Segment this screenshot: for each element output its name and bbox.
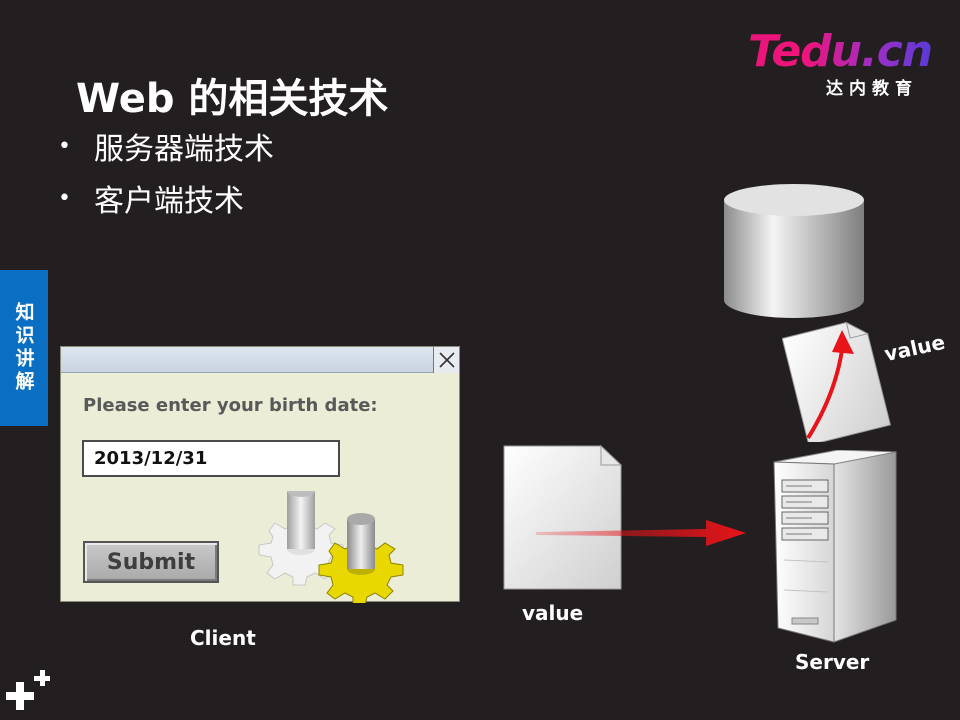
bullet-dot-icon: •	[58, 133, 71, 159]
bullet-item: • 服务器端技术	[58, 120, 274, 172]
server-label: Server	[795, 650, 870, 674]
bullet-item: • 客户端技术	[58, 172, 274, 224]
logo-subtitle: 达内教育	[826, 79, 918, 99]
close-icon[interactable]	[433, 347, 459, 373]
database-icon	[724, 184, 864, 318]
birth-date-input[interactable]: 2013/12/31	[82, 440, 340, 477]
birth-date-dialog: Please enter your birth date: 2013/12/31…	[60, 346, 460, 603]
side-tab-label: 知识讲解	[12, 302, 35, 394]
logo-brand: Tedu.cn	[748, 26, 933, 77]
gear-icon	[258, 491, 404, 603]
dialog-titlebar	[61, 347, 459, 373]
birth-date-prompt: Please enter your birth date:	[83, 395, 378, 416]
value-label-request: value	[522, 601, 584, 625]
client-label: Client	[190, 626, 256, 650]
tedu-logo: Tedu.cn 达内教育	[748, 28, 933, 100]
side-tab: 知识讲解	[0, 270, 48, 426]
submit-button[interactable]: Submit	[83, 541, 219, 583]
bullet-text: 客户端技术	[94, 184, 244, 219]
bullet-dot-icon: •	[58, 185, 71, 211]
server-icon	[773, 450, 897, 643]
arrow-icon	[536, 520, 746, 546]
bullet-list: • 服务器端技术 • 客户端技术	[58, 120, 274, 224]
curved-arrow-icon	[806, 330, 854, 440]
plus-icon	[6, 670, 50, 710]
bullet-text: 服务器端技术	[94, 132, 274, 167]
page-title: Web 的相关技术	[76, 76, 389, 122]
